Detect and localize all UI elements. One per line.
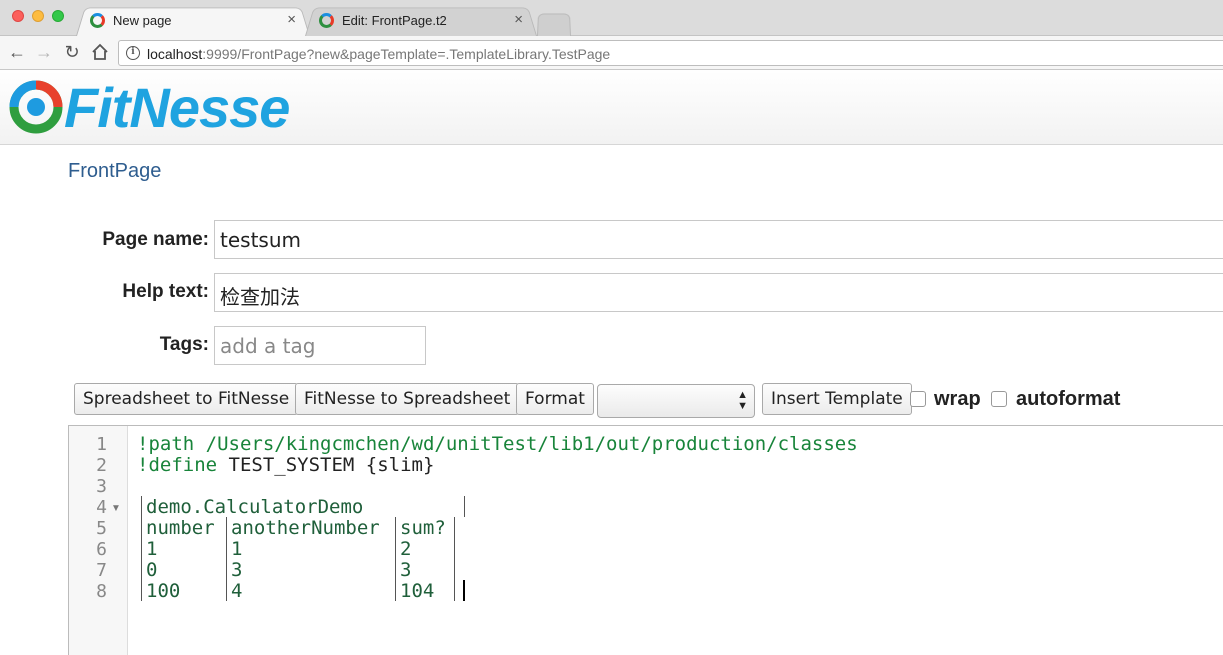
page-name-label: Page name:: [102, 229, 209, 250]
autoformat-label: autoformat: [1016, 388, 1121, 410]
tab-close-icon[interactable]: ×: [287, 11, 296, 28]
tags-label: Tags:: [159, 334, 209, 355]
maximize-window-button[interactable]: [52, 10, 64, 22]
format-button[interactable]: Format: [516, 383, 594, 415]
code-line-1: !path /Users/kingcmchen/wd/unitTest/lib1…: [137, 433, 858, 455]
fitnesse-to-spreadsheet-button[interactable]: FitNesse to Spreadsheet: [295, 383, 520, 415]
chrome-favicon-icon: [90, 13, 105, 28]
help-text-input[interactable]: 检查加法: [214, 273, 1223, 312]
chrome-favicon-icon: [319, 13, 334, 28]
table-cell: 3: [231, 559, 243, 581]
fold-arrow-icon[interactable]: ▼: [111, 503, 121, 514]
line-number: 6: [96, 539, 107, 560]
line-number: 2: [96, 455, 107, 476]
table-cell: 3: [400, 559, 412, 581]
line-number: 4: [96, 497, 107, 518]
table-title: demo.CalculatorDemo: [146, 496, 364, 518]
page-name-input[interactable]: testsum: [214, 220, 1223, 259]
fitnesse-logo-icon[interactable]: [8, 79, 64, 135]
browser-tab-bar: New page × Edit: FrontPage.t2 ×: [0, 0, 1223, 36]
table-header-cell: sum?: [400, 517, 446, 539]
address-bar[interactable]: i localhost:9999/FrontPage?new&pageTempl…: [118, 40, 1223, 66]
table-cell: 4: [231, 580, 243, 602]
table-cell: 0: [146, 559, 158, 581]
tab-close-icon[interactable]: ×: [514, 11, 523, 28]
code-line-6: 1 1 2: [137, 538, 459, 560]
code-line-4: demo.CalculatorDemo: [137, 496, 469, 518]
url-text: localhost:9999/FrontPage?new&pageTemplat…: [147, 46, 611, 62]
table-header-cell: number: [146, 517, 215, 539]
wrap-label: wrap: [934, 388, 981, 410]
tab-new-page[interactable]: New page ×: [76, 5, 310, 36]
breadcrumb-frontpage[interactable]: FrontPage: [68, 160, 161, 183]
code-line-8: 100 4 104: [137, 580, 465, 602]
table-cell: 100: [146, 580, 181, 602]
code-line-5: number anotherNumber sum?: [137, 517, 459, 539]
info-icon[interactable]: i: [126, 46, 140, 60]
text-cursor: [463, 580, 465, 601]
browser-toolbar: ← → ↻ i localhost:9999/FrontPage?new&pag…: [0, 36, 1223, 70]
new-tab-button[interactable]: [537, 12, 571, 36]
line-number-gutter: 1 2 3 4 ▼ 5 6 7 8: [69, 426, 128, 655]
home-icon[interactable]: [89, 41, 111, 63]
table-header-cell: anotherNumber: [231, 517, 380, 539]
fitnesse-logo-text[interactable]: FitNesse: [64, 77, 290, 139]
spreadsheet-to-fitnesse-button[interactable]: Spreadsheet to FitNesse: [74, 383, 299, 415]
autoformat-checkbox[interactable]: [991, 391, 1007, 407]
tags-input[interactable]: add a tag: [214, 326, 426, 365]
tab-title: New page: [113, 13, 172, 28]
code-line-7: 0 3 3: [137, 559, 459, 581]
code-line-2: !define TEST_SYSTEM {slim}: [137, 454, 435, 476]
minimize-window-button[interactable]: [32, 10, 44, 22]
reload-icon[interactable]: ↻: [61, 41, 83, 63]
line-number: 7: [96, 560, 107, 581]
wrap-checkbox[interactable]: [910, 391, 926, 407]
wiki-text-editor[interactable]: 1 2 3 4 ▼ 5 6 7 8 !path /Users/kingcmche…: [68, 425, 1223, 655]
table-cell: 2: [400, 538, 412, 560]
back-arrow-icon[interactable]: ←: [6, 41, 28, 63]
tab-edit-frontpage[interactable]: Edit: FrontPage.t2 ×: [305, 5, 537, 36]
select-arrows-icon: ▲ ▼: [737, 389, 748, 412]
line-number: 8: [96, 581, 107, 602]
app-header: FitNesse: [0, 71, 1223, 145]
insert-template-button[interactable]: Insert Template: [762, 383, 912, 415]
line-number: 5: [96, 518, 107, 539]
help-text-label: Help text:: [122, 281, 209, 302]
table-cell: 1: [231, 538, 243, 560]
table-cell: 104: [400, 580, 435, 602]
close-window-button[interactable]: [12, 10, 24, 22]
tab-title: Edit: FrontPage.t2: [342, 13, 447, 28]
template-select[interactable]: ▲ ▼: [597, 384, 755, 418]
line-number: 3: [96, 476, 107, 497]
line-number: 1: [96, 434, 107, 455]
table-cell: 1: [146, 538, 158, 560]
forward-arrow-icon[interactable]: →: [33, 41, 55, 63]
